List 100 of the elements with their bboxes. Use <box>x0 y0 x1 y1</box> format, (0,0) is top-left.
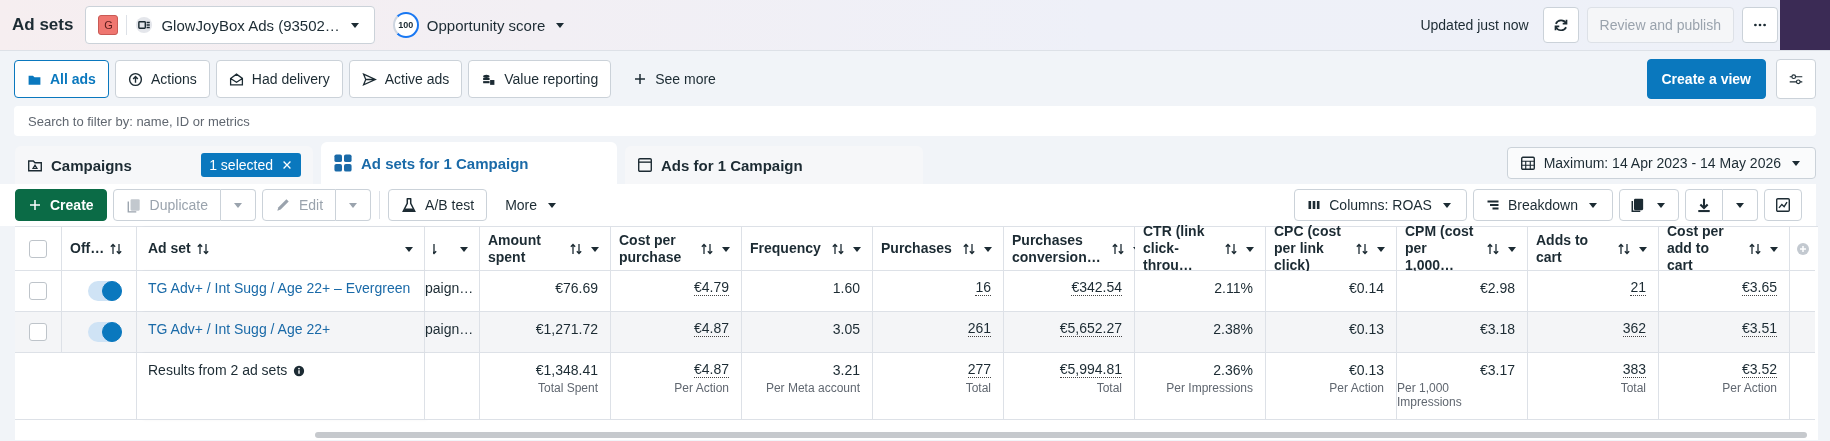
metric-link[interactable]: €3.65 <box>1741 280 1777 296</box>
column-header[interactable]: CPM (cost per 1,000… <box>1397 227 1528 271</box>
sort-icon <box>1617 241 1631 256</box>
total-value: €3.17 <box>1479 362 1515 378</box>
sort-icon <box>569 241 583 256</box>
refresh-button[interactable] <box>1542 7 1579 43</box>
column-header[interactable]: CTR (link click-throu… <box>1135 227 1266 271</box>
charts-button[interactable] <box>1764 189 1802 221</box>
metric-link[interactable]: €4.79 <box>693 280 729 296</box>
sort-icon <box>962 241 976 256</box>
sort-icon <box>700 241 714 256</box>
column-header[interactable]: Purchases <box>873 227 1004 271</box>
ad-set-link[interactable]: TG Adv+ / Int Sugg / Age 22+ <box>148 321 331 338</box>
level-tab[interactable]: Ad sets for 1 Campaign <box>321 142 617 184</box>
column-header[interactable]: Ad set <box>137 227 425 271</box>
opportunity-score-button[interactable]: 100 Opportunity score <box>392 7 568 43</box>
dropdown-button[interactable] <box>336 189 372 221</box>
metric-link[interactable]: €5,652.27 <box>1059 321 1122 337</box>
level-tab[interactable]: Campaigns 1 selected <box>15 146 313 184</box>
column-header[interactable]: Purchases conversion… <box>1004 227 1135 271</box>
level-tab[interactable]: Ads for 1 Campaign <box>625 146 923 184</box>
scrollbar[interactable] <box>315 432 1807 438</box>
ad-set-link[interactable]: TG Adv+ / Int Sugg / Age 22+ – Evergreen <box>148 280 411 297</box>
store-icon <box>135 16 154 34</box>
export-button[interactable] <box>1685 189 1723 221</box>
toggle-switch[interactable] <box>88 281 122 301</box>
metric-link[interactable]: €4.87 <box>693 362 729 378</box>
grid-icon <box>333 153 353 173</box>
sort-icon <box>433 241 438 256</box>
total-label: Total <box>965 381 991 395</box>
sort-icon <box>1486 241 1500 256</box>
metric-link[interactable]: €342.54 <box>1071 280 1122 296</box>
total-label: Per Action <box>1329 381 1384 395</box>
date-range-picker[interactable]: Maximum: 14 Apr 2023 - 14 May 2026 <box>1506 147 1816 179</box>
column-header[interactable]: Frequency <box>742 227 873 271</box>
table-cell: 3.05 <box>742 312 873 353</box>
filter-chip[interactable]: Actions <box>114 60 210 98</box>
filter-chip[interactable]: Active ads <box>348 60 463 98</box>
sliders-icon <box>1788 71 1804 87</box>
metric-link[interactable]: €4.87 <box>693 321 729 337</box>
metric-link[interactable]: 21 <box>1630 280 1646 296</box>
more-button[interactable] <box>1742 7 1778 43</box>
toggle-switch[interactable] <box>88 322 122 342</box>
metric-link[interactable]: 383 <box>1622 362 1646 378</box>
copy-icon <box>125 197 142 213</box>
metric-link[interactable]: 277 <box>967 362 991 378</box>
column-header[interactable]: CPC (cost per link click) <box>1266 227 1397 271</box>
table-cell: paign… <box>425 271 480 312</box>
create-view-button[interactable]: Create a view <box>1646 59 1766 99</box>
total-value: €0.13 <box>1348 362 1384 378</box>
sort-icon <box>109 241 124 256</box>
table-cell: 2.11% <box>1135 271 1266 312</box>
account-selector[interactable]: G GlowJoyBox Ads (93502… <box>85 6 375 44</box>
see-more-button[interactable]: See more <box>621 61 728 97</box>
table-cell: paign… <box>425 312 480 353</box>
total-value: 2.36% <box>1213 362 1253 378</box>
table-cell: €0.14 <box>1266 271 1397 312</box>
column-header[interactable] <box>425 227 480 271</box>
close-icon <box>281 159 293 171</box>
add-column-icon <box>1795 241 1810 256</box>
columns-button[interactable]: Columns: ROAS <box>1294 189 1467 221</box>
filter-chip[interactable]: Value reporting <box>468 60 612 98</box>
total-label: Per 1,000 Impressions <box>1397 381 1463 409</box>
sort-icon <box>1748 241 1762 256</box>
table-cell: 2.38% <box>1135 312 1266 353</box>
column-header[interactable]: Adds to cart <box>1528 227 1659 271</box>
upload-icon <box>127 71 143 87</box>
selection-badge: 1 selected <box>201 153 301 177</box>
search-field[interactable]: Search to filter by: name, ID or metrics <box>14 106 1816 136</box>
dropdown-button[interactable] <box>220 189 256 221</box>
filter-chip[interactable]: All ads <box>14 60 109 98</box>
create-button[interactable]: Create <box>15 189 107 221</box>
plus-icon <box>28 198 42 212</box>
row-checkbox[interactable] <box>29 282 47 300</box>
metric-link[interactable]: 261 <box>967 321 991 337</box>
row-checkbox[interactable] <box>29 323 47 341</box>
metric-link[interactable]: €5,994.81 <box>1059 362 1122 378</box>
envelope-icon <box>228 71 244 87</box>
table-cell: €3.18 <box>1397 312 1528 353</box>
column-header[interactable]: Amount spent <box>480 227 611 271</box>
score-ring: 100 <box>392 12 419 38</box>
column-header[interactable]: Cost per purchase <box>611 227 742 271</box>
download-icon <box>1696 197 1712 213</box>
send-icon <box>361 71 377 87</box>
total-label: Per Impressions <box>1166 381 1253 395</box>
metric-link[interactable]: 362 <box>1622 321 1646 337</box>
breakdown-button[interactable]: Breakdown <box>1472 189 1613 221</box>
metric-link[interactable]: €3.52 <box>1741 362 1777 378</box>
more-menu-button[interactable]: More <box>493 189 572 221</box>
view-settings-button[interactable] <box>1776 59 1816 99</box>
sort-icon <box>1355 241 1369 256</box>
update-status: Updated just now <box>1420 17 1529 33</box>
metric-link[interactable]: 16 <box>975 280 991 296</box>
select-all-checkbox[interactable] <box>29 239 47 258</box>
filter-chip[interactable]: Had delivery <box>215 60 343 98</box>
ab-test-button[interactable]: A/B test <box>388 189 488 221</box>
column-header[interactable]: Cost per add to cart <box>1659 227 1790 271</box>
metric-link[interactable]: €3.51 <box>1741 321 1777 337</box>
reports-button[interactable] <box>1619 189 1679 221</box>
column-header[interactable]: Off… <box>62 227 137 271</box>
